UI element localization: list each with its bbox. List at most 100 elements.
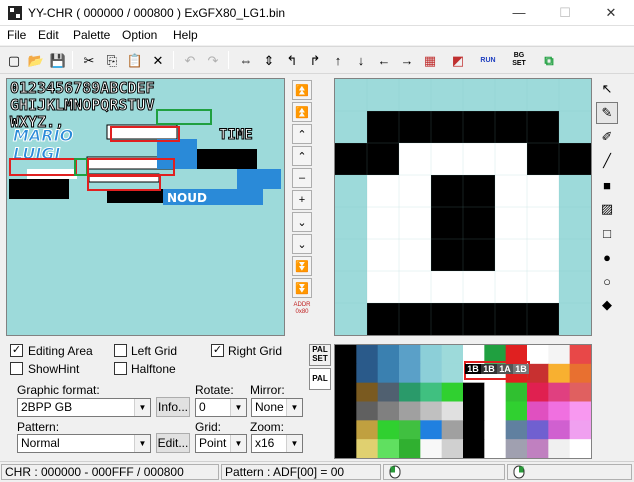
palette-swatch[interactable] xyxy=(548,439,571,458)
palette-swatch[interactable] xyxy=(463,382,485,402)
shift-right-icon[interactable]: → xyxy=(396,49,418,71)
address-minus-button[interactable]: – xyxy=(292,168,312,188)
palette-swatch[interactable] xyxy=(484,420,507,440)
flip-horizontal-icon[interactable]: ⇔ xyxy=(235,49,257,71)
palette-swatch[interactable] xyxy=(484,382,507,402)
palette-swatch[interactable] xyxy=(420,345,443,365)
palette-swatch[interactable] xyxy=(441,345,464,365)
palette-swatch[interactable] xyxy=(377,420,400,440)
palette-swatch[interactable] xyxy=(335,439,357,458)
right-grid-checkbox[interactable]: ✓ xyxy=(211,344,224,357)
shift-left-icon[interactable]: ← xyxy=(373,49,395,71)
menu-edit[interactable]: Edit xyxy=(38,28,59,42)
maximize-button[interactable]: ☐ xyxy=(542,0,588,26)
pointer-icon[interactable]: ↖ xyxy=(596,78,618,100)
zoom-select[interactable]: x16 ▼ xyxy=(251,434,303,453)
palette-swatch[interactable] xyxy=(356,345,379,365)
address-line-up-button[interactable]: ⌃ xyxy=(292,146,312,166)
filled-circle-icon[interactable]: ● xyxy=(596,246,618,268)
halftone-checkbox[interactable] xyxy=(114,362,127,375)
palette-swatch[interactable] xyxy=(356,420,379,440)
palette-swatch[interactable] xyxy=(335,420,357,440)
palette-swatch[interactable] xyxy=(377,439,400,458)
run-icon[interactable]: RUN xyxy=(477,49,499,71)
address-page-down-fast-button[interactable]: ⏬ xyxy=(292,256,312,276)
palette-swatch[interactable] xyxy=(335,382,357,402)
palette-swatch[interactable] xyxy=(505,401,528,421)
palette-swatch[interactable] xyxy=(335,363,357,384)
new-icon[interactable]: ▢ xyxy=(3,49,25,71)
edit-canvas-panel[interactable] xyxy=(334,78,592,336)
left-grid-checkbox[interactable] xyxy=(114,344,127,357)
palette-swatch[interactable] xyxy=(441,420,464,440)
palette-swatch[interactable] xyxy=(548,420,571,440)
palette-swatch[interactable] xyxy=(569,401,591,421)
palette-swatch[interactable] xyxy=(527,420,549,440)
palette-swatch[interactable] xyxy=(441,363,464,384)
palette-swatch[interactable] xyxy=(377,382,400,402)
line-icon[interactable]: ╱ xyxy=(596,150,618,172)
palette-swatch[interactable] xyxy=(356,439,379,458)
palette-swatch[interactable] xyxy=(569,420,591,440)
open-icon[interactable]: 📂 xyxy=(25,49,47,71)
replace-color-icon[interactable]: ◩ xyxy=(447,49,469,71)
grid-select[interactable]: Point ▼ xyxy=(195,434,247,453)
rotate-left-icon[interactable]: ↰ xyxy=(281,49,303,71)
bg-set-icon[interactable]: BG SET xyxy=(508,49,530,71)
tile-view-panel[interactable]: 0123456789ABCDEF GHIJKLMNOPQRSTUV WXYZ.,… xyxy=(6,78,285,336)
delete-icon[interactable]: ✕ xyxy=(147,49,169,71)
palette-swatch[interactable] xyxy=(420,401,443,421)
close-button[interactable]: ✕ xyxy=(588,0,634,26)
address-line-down-button[interactable]: ⌄ xyxy=(292,212,312,232)
palette-swatch[interactable] xyxy=(548,401,571,421)
palette-swatch[interactable] xyxy=(463,439,485,458)
palette-swatch[interactable] xyxy=(399,420,421,440)
shift-up-icon[interactable]: ↑ xyxy=(327,49,349,71)
rotate-right-icon[interactable]: ↱ xyxy=(304,49,326,71)
menu-palette[interactable]: Palette xyxy=(73,28,110,42)
palette-panel[interactable]: 1B 1B 1A 1B xyxy=(334,344,592,459)
copy-icon[interactable]: ⎘ xyxy=(101,49,123,71)
palette-swatch[interactable] xyxy=(356,363,379,384)
rect-icon[interactable]: □ xyxy=(596,222,618,244)
undo-icon[interactable]: ↶ xyxy=(179,49,201,71)
palette-swatch[interactable] xyxy=(335,401,357,421)
tile-view-canvas[interactable]: 0123456789ABCDEF GHIJKLMNOPQRSTUV WXYZ.,… xyxy=(7,79,284,335)
palette-swatch[interactable] xyxy=(399,401,421,421)
palette-swatch[interactable] xyxy=(356,382,379,402)
address-jump-bottom-button[interactable]: ⏬ xyxy=(292,278,312,298)
palette-grid[interactable] xyxy=(335,345,591,458)
palette-swatch[interactable] xyxy=(356,401,379,421)
palette-swatch[interactable] xyxy=(484,439,507,458)
pen-icon[interactable]: ✎ xyxy=(596,102,618,124)
palette-swatch[interactable] xyxy=(527,401,549,421)
shift-down-icon[interactable]: ↓ xyxy=(350,49,372,71)
palette-swatch[interactable] xyxy=(505,382,528,402)
palette-swatch[interactable] xyxy=(463,401,485,421)
palette-swatch[interactable] xyxy=(484,401,507,421)
palette-swatch[interactable] xyxy=(527,345,549,365)
palette-swatch[interactable] xyxy=(569,345,591,365)
pal-set-tab[interactable]: PAL SET xyxy=(309,344,331,366)
palette-swatch[interactable] xyxy=(527,439,549,458)
palette-swatch[interactable] xyxy=(441,439,464,458)
palette-swatch[interactable] xyxy=(441,401,464,421)
address-page-up-button[interactable]: ⌃ xyxy=(292,124,312,144)
palette-swatch[interactable] xyxy=(569,382,591,402)
export-icon[interactable]: ⧉ xyxy=(538,49,560,71)
palette-swatch[interactable] xyxy=(548,363,571,384)
pal-tab[interactable]: PAL xyxy=(309,368,331,390)
editing-area-checkbox[interactable]: ✓ xyxy=(10,344,23,357)
minimize-button[interactable]: — xyxy=(496,0,542,26)
address-page-down-button[interactable]: ⌄ xyxy=(292,234,312,254)
circle-icon[interactable]: ○ xyxy=(596,270,618,292)
palette-swatch[interactable] xyxy=(548,382,571,402)
pattern-edit-button[interactable]: Edit... xyxy=(156,433,190,453)
rotate-select[interactable]: 0 ▼ xyxy=(195,398,247,417)
palette-swatch[interactable] xyxy=(420,363,443,384)
bucket-fill-icon[interactable]: ◆ xyxy=(596,294,618,316)
palette-swatch[interactable] xyxy=(420,382,443,402)
palette-swatch[interactable] xyxy=(399,345,421,365)
show-hint-checkbox[interactable] xyxy=(10,362,23,375)
palette-swatch[interactable] xyxy=(505,420,528,440)
